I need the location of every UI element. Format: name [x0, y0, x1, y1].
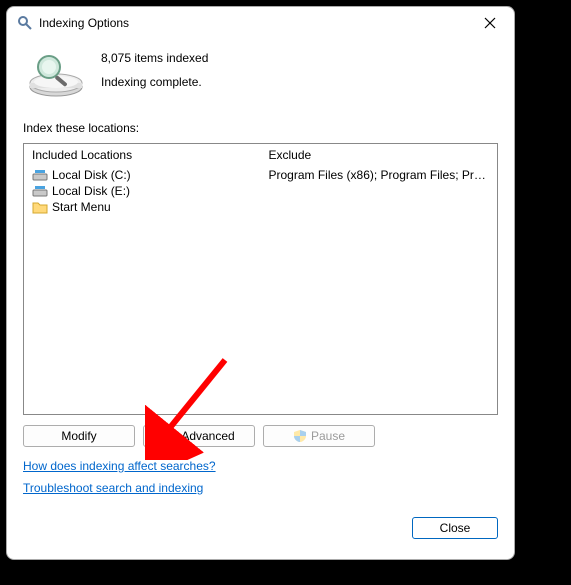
exclude-column: Exclude Program Files (x86); Program Fil… [261, 144, 498, 414]
shield-icon [163, 429, 177, 443]
button-row: Modify Advanced Pause [23, 425, 498, 447]
indexing-options-icon [17, 15, 33, 31]
drive-magnifier-icon [23, 43, 89, 103]
exclude-text: Program Files (x86); Program Files; Prog… [269, 168, 490, 182]
help-links: How does indexing affect searches? Troub… [23, 459, 498, 503]
footer: Close [23, 517, 498, 539]
list-item[interactable]: Start Menu [32, 200, 253, 214]
items-indexed-label: 8,075 items indexed [101, 51, 208, 65]
titlebar: Indexing Options [7, 7, 514, 39]
advanced-button[interactable]: Advanced [143, 425, 255, 447]
help-link-troubleshoot[interactable]: Troubleshoot search and indexing [23, 481, 498, 495]
item-label: Local Disk (C:) [52, 168, 131, 182]
included-column: Included Locations Local Disk (C:) Local… [24, 144, 261, 414]
status-row: 8,075 items indexed Indexing complete. [23, 43, 498, 103]
disk-icon [32, 168, 48, 182]
indexing-options-window: Indexing Options 8,075 items indexed In [6, 6, 515, 560]
help-link-how[interactable]: How does indexing affect searches? [23, 459, 498, 473]
included-header: Included Locations [32, 148, 253, 162]
close-icon[interactable] [474, 9, 506, 37]
exclude-header: Exclude [269, 148, 490, 162]
shield-icon [293, 429, 307, 443]
list-item[interactable]: Local Disk (C:) [32, 168, 253, 182]
locations-listbox[interactable]: Included Locations Local Disk (C:) Local… [23, 143, 498, 415]
modify-label: Modify [61, 429, 96, 443]
status-text: 8,075 items indexed Indexing complete. [101, 47, 208, 99]
window-title: Indexing Options [39, 16, 474, 30]
modify-button[interactable]: Modify [23, 425, 135, 447]
list-item[interactable]: Local Disk (E:) [32, 184, 253, 198]
item-label: Start Menu [52, 200, 111, 214]
content-area: 8,075 items indexed Indexing complete. I… [7, 39, 514, 559]
advanced-label: Advanced [181, 429, 234, 443]
pause-button: Pause [263, 425, 375, 447]
folder-icon [32, 200, 48, 214]
locations-label: Index these locations: [23, 121, 498, 135]
close-button[interactable]: Close [412, 517, 498, 539]
close-label: Close [440, 521, 471, 535]
pause-label: Pause [311, 429, 345, 443]
indexing-state-label: Indexing complete. [101, 75, 208, 89]
item-label: Local Disk (E:) [52, 184, 130, 198]
disk-icon [32, 184, 48, 198]
